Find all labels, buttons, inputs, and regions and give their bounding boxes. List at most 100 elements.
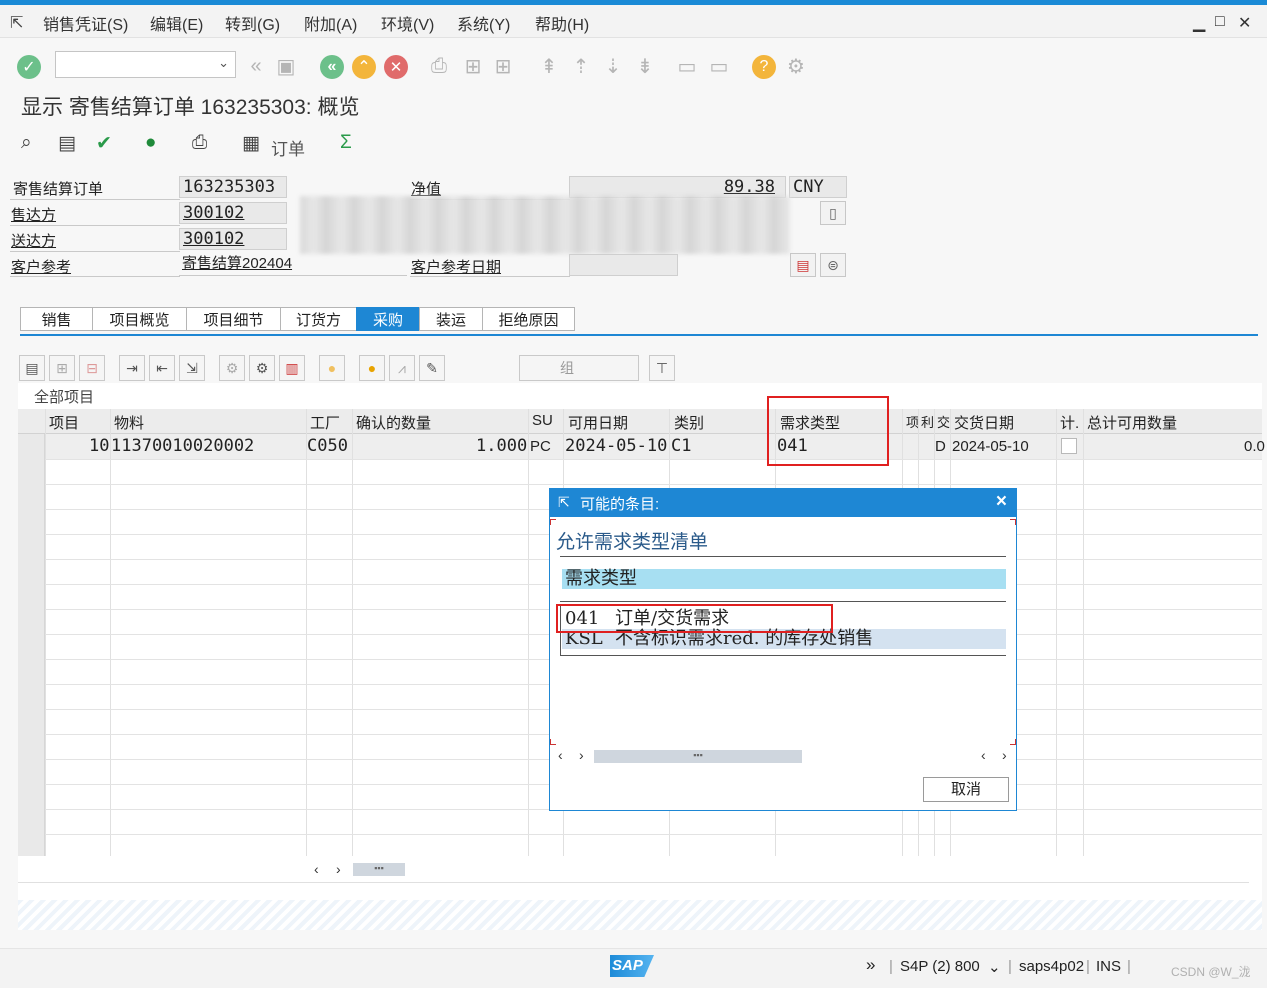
col-plant[interactable]: 工厂 [310,412,340,433]
enter-icon[interactable]: ✓ [17,55,41,79]
menu-exit-icon[interactable]: ⇱ [10,13,23,33]
shortcut-icon: ▭ [709,55,729,78]
sum-icon[interactable]: Σ [340,132,352,154]
partner-icon[interactable]: ● [145,132,156,154]
menu-sales-document[interactable]: 销售凭证(S) [43,11,128,35]
previous-page-icon: ⇡ [572,55,590,78]
customer-ref-date-label[interactable]: 客户参考日期 [411,256,501,277]
document-flow-icon[interactable]: ▤ [58,132,76,155]
cell-item[interactable]: 10 [89,436,109,456]
chart-icon[interactable]: ▥ [279,355,305,381]
cancel-icon[interactable]: ✕ [384,55,408,79]
document-icon[interactable]: ▯ [820,201,846,225]
dialog-scrollbar-thumb[interactable]: ▪▪▪ [594,750,802,763]
tab-reason-for-rejection[interactable]: 拒绝原因 [482,307,575,331]
select-block-icon[interactable]: ⇤ [149,355,175,381]
output-icon[interactable]: ⎙ [192,132,207,154]
cell-category[interactable]: C1 [671,436,691,456]
menu-environment[interactable]: 环境(V) [381,11,434,35]
ship-to-label[interactable]: 送达方 [11,230,56,251]
tab-procurement[interactable]: 采购 [356,307,419,331]
order-label: 寄售结算订单 [13,181,104,198]
currency-field[interactable]: CNY [789,176,847,198]
col-item[interactable]: 项目 [49,412,79,433]
display-document-icon[interactable]: ⌕ [21,132,32,154]
col-material[interactable]: 物料 [114,412,144,433]
edit-text-icon[interactable]: ✎ [419,355,445,381]
col-availability-date[interactable]: 可用日期 [568,412,628,433]
dialog-scroll-left-icon[interactable]: ‹ [558,747,563,763]
scroll-right-icon[interactable]: › [336,861,341,877]
orders-grid-icon[interactable]: ▦ [242,132,260,155]
cell-delivery-date[interactable]: 2024-05-10 [952,438,1029,455]
col-calc[interactable]: 计. [1060,412,1079,433]
status-system[interactable]: S4P (2) 800 [900,958,980,975]
col-total-available-qty[interactable]: 总计可用数量 [1087,412,1177,433]
table-settings-icon[interactable]: ⊤ [649,355,675,381]
status-expand-icon[interactable]: » [866,955,875,975]
menu-edit[interactable]: 编辑(E) [150,11,203,35]
orders-button-label[interactable]: 订单 [271,135,305,160]
dialog-scroll-right-icon-2[interactable]: › [1002,747,1007,763]
cell-confirmed-qty[interactable]: 1.000 [476,436,527,456]
col-su[interactable]: SU [532,412,553,429]
cell-plant[interactable]: C050 [307,436,348,456]
order-number-field[interactable]: 163235303 [179,176,287,198]
header-details-icon[interactable]: ▤ [790,253,816,277]
coin-icon[interactable]: ● [359,355,385,381]
back-icon[interactable]: « [320,55,344,79]
chevron-down-icon[interactable]: ⌄ [218,55,229,71]
structure-icon[interactable]: ⚙ [249,355,275,381]
chevron-down-icon[interactable]: ⌄ [988,958,1001,976]
tab-shipping[interactable]: 装运 [419,307,482,331]
dialog-scroll-left-icon-2[interactable]: ‹ [981,747,986,763]
maximize-icon[interactable]: □ [1215,13,1225,31]
select-all-icon[interactable]: ⇥ [119,355,145,381]
tab-item-detail[interactable]: 项目细节 [186,307,280,331]
cell-total-available-qty[interactable]: 0.0 [1244,438,1265,455]
display-header-icon[interactable]: ⊜ [820,253,846,277]
ship-to-field[interactable]: 300102 [179,228,287,250]
status-mode[interactable]: INS [1096,958,1121,975]
cell-d-flag[interactable]: D [935,438,946,455]
customer-reference-field[interactable]: 寄售结算202404 [179,254,407,276]
col-profit-short[interactable]: 利 [921,412,934,431]
col-delivery-short[interactable]: 交 [937,412,950,431]
dialog-title-bar: ⇱ 可能的条目: × [550,489,1016,517]
cell-availability-date[interactable]: 2024-05-10 [565,436,667,456]
cancel-button[interactable]: 取消 [923,777,1009,802]
cell-su[interactable]: PC [530,438,551,455]
col-delivery-date[interactable]: 交货日期 [954,412,1014,433]
settings-gear-icon[interactable]: ⚙ [783,53,809,79]
item-details-icon[interactable]: ▤ [19,355,45,381]
col-confirmed-qty[interactable]: 确认的数量 [356,412,431,433]
deselect-all-icon[interactable]: ⇲ [179,355,205,381]
sold-to-field[interactable]: 300102 [179,202,287,224]
net-value-field[interactable]: 89.38 [569,176,786,198]
dialog-scroll-right-icon[interactable]: › [579,747,584,763]
check-status-icon[interactable]: ✔ [96,132,112,155]
col-category[interactable]: 类别 [674,412,704,433]
customer-reference-label[interactable]: 客户参考 [11,256,71,277]
help-icon[interactable]: ? [752,55,776,79]
list-column-header[interactable]: 需求类型 [562,569,1006,589]
cell-material[interactable]: 11370010020002 [111,436,254,456]
close-window-icon[interactable]: ✕ [1238,13,1251,33]
minimize-icon[interactable]: ▁ [1193,13,1205,33]
calc-checkbox[interactable] [1061,438,1077,454]
command-field[interactable]: ⌄ [55,51,236,78]
menu-system[interactable]: 系统(Y) [457,11,510,35]
customer-ref-date-field[interactable] [569,254,678,276]
exit-icon[interactable]: ⌃ [352,55,376,79]
tab-ordering-party[interactable]: 订货方 [280,307,356,331]
menu-help[interactable]: 帮助(H) [535,11,589,35]
row-selector-column[interactable] [18,434,45,856]
tab-sales[interactable]: 销售 [20,307,92,331]
scroll-left-icon[interactable]: ‹ [314,861,319,877]
tab-item-overview[interactable]: 项目概览 [92,307,186,331]
close-icon[interactable]: × [996,491,1007,513]
menu-extras[interactable]: 附加(A) [304,11,357,35]
sold-to-label[interactable]: 售达方 [11,204,56,225]
menu-goto[interactable]: 转到(G) [225,11,280,35]
horizontal-scrollbar-thumb[interactable]: ▪▪▪ [353,863,405,876]
